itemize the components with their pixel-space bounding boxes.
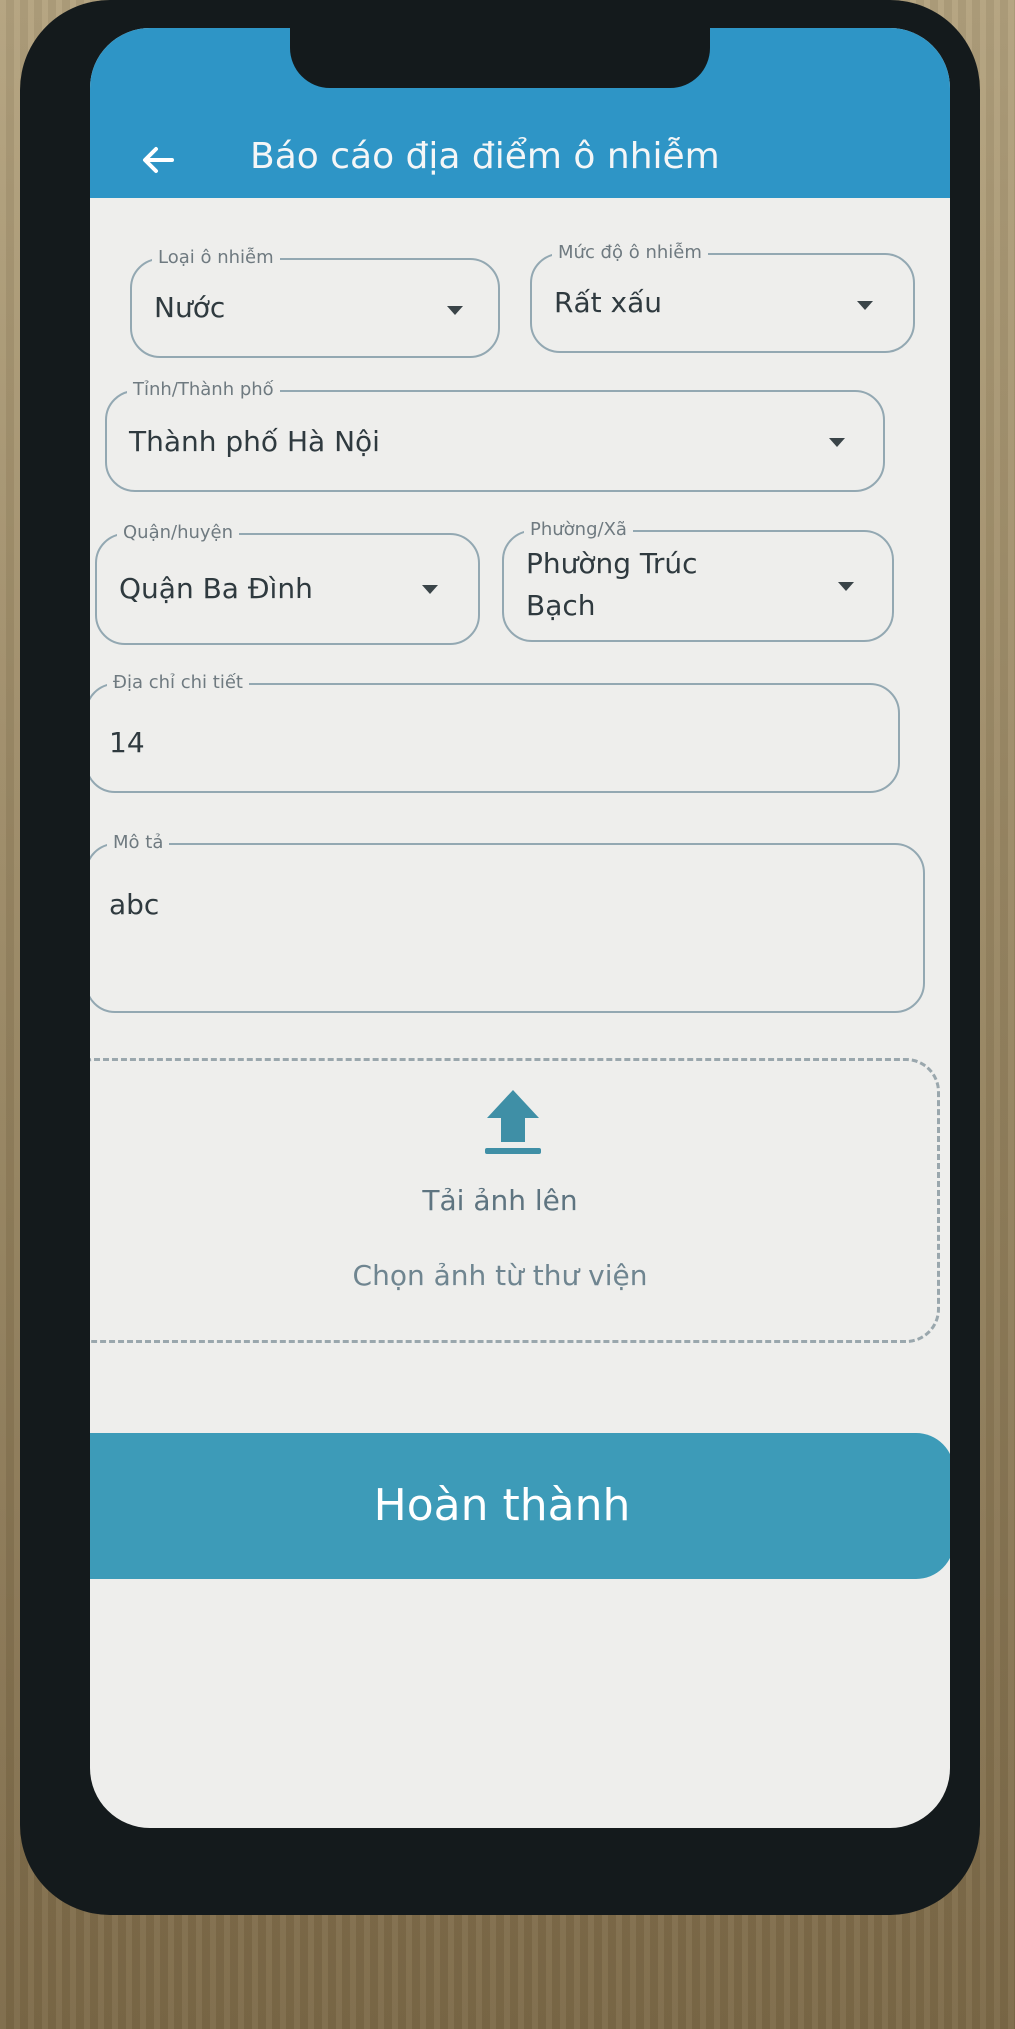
- submit-button[interactable]: Hoàn thành: [90, 1433, 950, 1579]
- dropdown-caret-icon: [838, 582, 854, 591]
- address-value: 14: [109, 726, 145, 759]
- district-dropdown[interactable]: Quận/huyện Quận Ba Đình: [95, 521, 480, 645]
- ward-label: Phường/Xã: [524, 518, 633, 542]
- pollution-type-dropdown[interactable]: Loại ô nhiễm Nước: [130, 246, 500, 358]
- district-value: Quận Ba Đình: [119, 572, 313, 605]
- province-value: Thành phố Hà Nội: [129, 425, 380, 458]
- pollution-level-dropdown[interactable]: Mức độ ô nhiễm Rất xấu: [530, 241, 915, 353]
- phone-notch: [290, 28, 710, 88]
- province-dropdown[interactable]: Tỉnh/Thành phố Thành phố Hà Nội: [105, 378, 885, 492]
- address-input[interactable]: Địa chỉ chi tiết 14: [90, 671, 900, 793]
- ward-value-line1: Phường Trúc: [526, 547, 698, 580]
- phone-frame: Báo cáo địa điểm ô nhiễm Loại ô nhiễm Nư…: [20, 0, 980, 1915]
- district-label: Quận/huyện: [117, 521, 240, 545]
- description-label: Mô tả: [107, 831, 170, 855]
- upload-title: Tải ảnh lên: [422, 1184, 578, 1217]
- ward-value-line2: Bạch: [526, 589, 596, 622]
- back-button[interactable]: [138, 140, 178, 180]
- dropdown-caret-icon: [422, 585, 438, 594]
- dropdown-caret-icon: [447, 306, 463, 315]
- description-input[interactable]: Mô tả abc: [90, 831, 925, 1013]
- page-title: Báo cáo địa điểm ô nhiễm: [250, 136, 720, 177]
- pollution-type-value: Nước: [154, 291, 226, 324]
- pollution-level-label: Mức độ ô nhiễm: [552, 241, 708, 265]
- pollution-level-value: Rất xấu: [554, 286, 662, 319]
- dropdown-caret-icon: [829, 438, 845, 447]
- pollution-type-label: Loại ô nhiễm: [152, 246, 280, 270]
- choose-from-library-link[interactable]: Chọn ảnh từ thư viện: [90, 1256, 937, 1296]
- province-label: Tỉnh/Thành phố: [127, 378, 280, 402]
- arrow-left-icon: [143, 147, 174, 173]
- address-label: Địa chỉ chi tiết: [107, 671, 249, 695]
- dropdown-caret-icon: [857, 301, 873, 310]
- description-value: abc: [109, 888, 160, 921]
- image-upload-area[interactable]: Tải ảnh lên Chọn ảnh từ thư viện: [90, 1058, 940, 1343]
- upload-icon: [485, 1090, 541, 1154]
- app-screen: Báo cáo địa điểm ô nhiễm Loại ô nhiễm Nư…: [90, 28, 950, 1828]
- ward-dropdown[interactable]: Phường/Xã Phường Trúc Bạch: [502, 518, 894, 642]
